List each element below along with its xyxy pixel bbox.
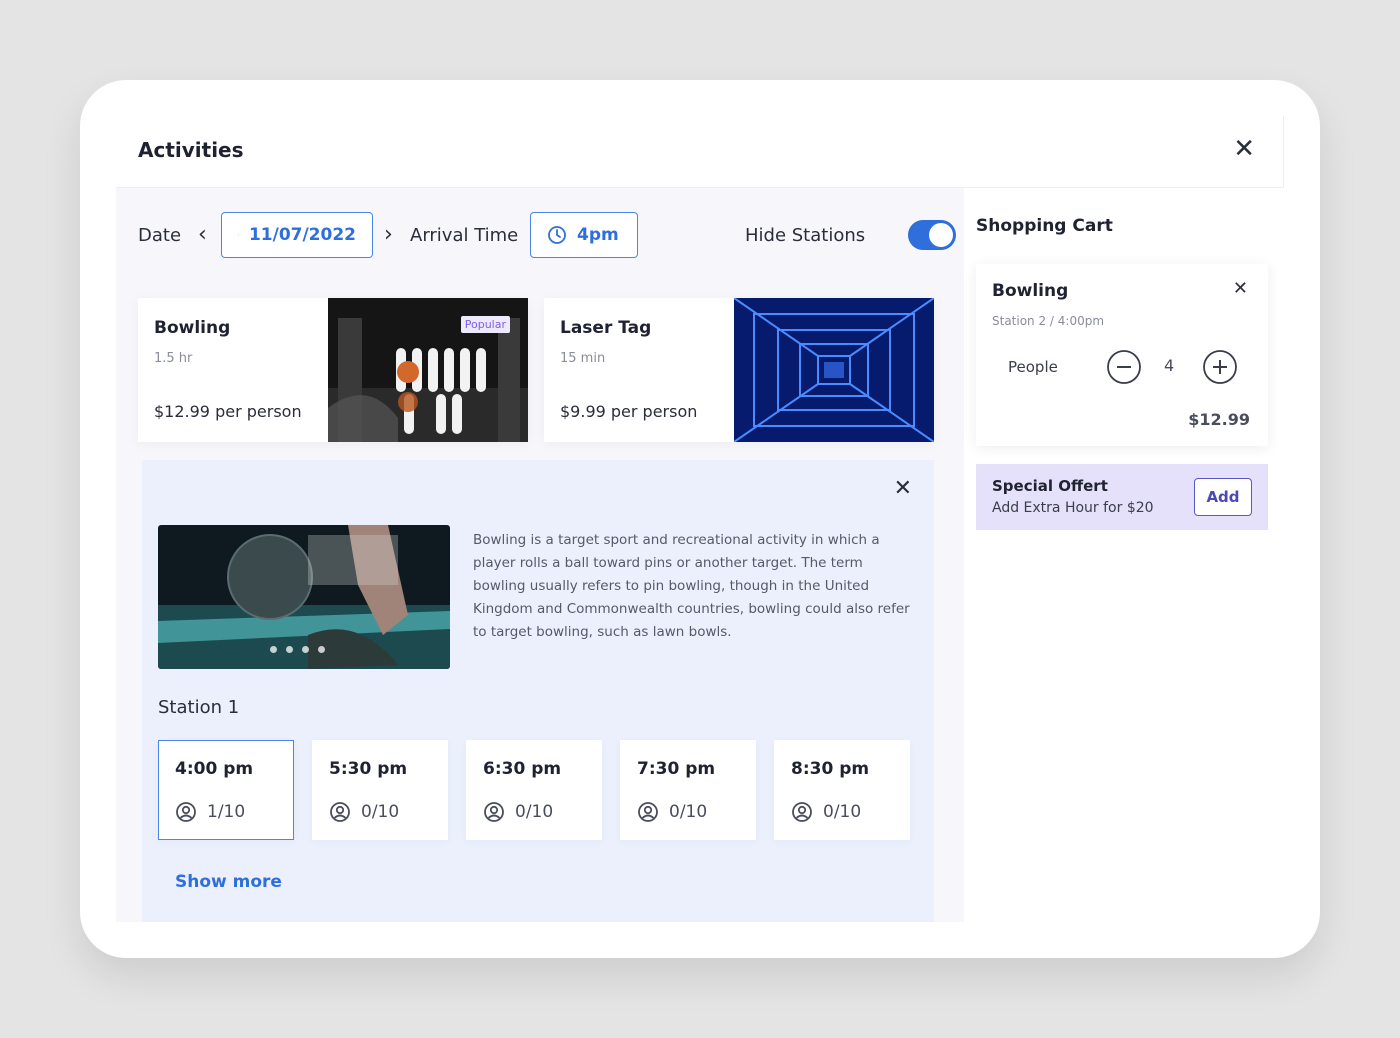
slot-time: 4:00 pm: [175, 759, 254, 779]
dialog-title: Activities: [138, 138, 244, 162]
chevron-left-icon[interactable]: ‹: [198, 222, 207, 247]
offer-title: Special Offert: [992, 477, 1108, 495]
carousel-dot[interactable]: [286, 646, 293, 653]
activity-card-bowling[interactable]: Bowling 1.5 hr $12.99 per person Popular: [138, 298, 528, 442]
date-label: Date: [138, 225, 182, 246]
laser-tag-image: [734, 298, 934, 442]
user-icon: [792, 802, 812, 822]
slot-capacity: 0/10: [791, 801, 861, 823]
cart-item: Bowling ✕ Station 2 / 4:00pm People 4 $1…: [976, 264, 1268, 446]
cart-title: Shopping Cart: [976, 216, 1113, 236]
activity-price: $9.99 per person: [560, 402, 698, 421]
minus-icon[interactable]: [1106, 349, 1142, 385]
cart-item-name: Bowling: [992, 281, 1069, 301]
time-slot[interactable]: 4:00 pm 1/10: [158, 740, 294, 840]
time-slot[interactable]: 8:30 pm 0/10: [774, 740, 910, 840]
slot-time: 6:30 pm: [483, 759, 562, 779]
dialog-header: Activities ✕: [116, 116, 1284, 188]
slot-capacity: 1/10: [175, 801, 245, 823]
carousel-dot[interactable]: [318, 646, 325, 653]
activity-name: Laser Tag: [560, 318, 652, 338]
user-icon: [176, 802, 196, 822]
hide-stations-label: Hide Stations: [745, 225, 866, 246]
time-slot[interactable]: 7:30 pm 0/10: [620, 740, 756, 840]
activities-dialog: Activities ✕ Date ‹ 11/07/2022 › Arrival…: [116, 116, 1284, 922]
slot-time: 8:30 pm: [791, 759, 870, 779]
cart-item-subtitle: Station 2 / 4:00pm: [992, 314, 1105, 328]
calendar-icon: [238, 234, 239, 236]
toolbar: Date ‹ 11/07/2022 › Arrival Time 4pm Hid…: [138, 212, 956, 260]
station-title: Station 1: [158, 697, 240, 718]
slot-capacity-value: 0/10: [823, 802, 862, 822]
show-more-link[interactable]: Show more: [175, 872, 282, 892]
app-frame: Activities ✕ Date ‹ 11/07/2022 › Arrival…: [80, 80, 1320, 958]
activity-duration: 1.5 hr: [154, 351, 193, 366]
carousel-dots[interactable]: [270, 646, 325, 653]
user-icon: [484, 802, 504, 822]
time-slot[interactable]: 5:30 pm 0/10: [312, 740, 448, 840]
bowling-image: Popular: [328, 298, 528, 442]
slot-capacity-value: 0/10: [361, 802, 400, 822]
slot-capacity: 0/10: [637, 801, 707, 823]
people-label: People: [1008, 358, 1058, 376]
user-icon: [330, 802, 350, 822]
date-picker[interactable]: 11/07/2022: [221, 212, 373, 258]
activity-price: $12.99 per person: [154, 402, 302, 421]
add-offer-button[interactable]: Add: [1194, 478, 1252, 516]
shopping-cart: Shopping Cart Bowling ✕ Station 2 / 4:00…: [964, 188, 1284, 922]
cart-item-price: $12.99: [1188, 410, 1250, 429]
user-icon: [638, 802, 658, 822]
plus-icon[interactable]: [1202, 349, 1238, 385]
arrival-time-picker[interactable]: 4pm: [530, 212, 638, 258]
carousel-dot[interactable]: [302, 646, 309, 653]
detail-carousel-image[interactable]: [158, 525, 450, 669]
chevron-right-icon[interactable]: ›: [384, 222, 393, 247]
slot-time: 7:30 pm: [637, 759, 716, 779]
people-quantity: 4: [1164, 356, 1175, 375]
remove-item-icon[interactable]: ✕: [1233, 278, 1248, 299]
special-offer: Special Offert Add Extra Hour for $20 Ad…: [976, 464, 1268, 530]
popular-badge: Popular: [460, 316, 510, 333]
activity-duration: 15 min: [560, 351, 606, 366]
hide-stations-toggle[interactable]: [908, 220, 956, 250]
activities-panel: Date ‹ 11/07/2022 › Arrival Time 4pm Hid…: [116, 188, 964, 922]
offer-text: Add Extra Hour for $20: [992, 500, 1154, 516]
activity-card-laser-tag[interactable]: Laser Tag 15 min $9.99 per person: [544, 298, 934, 442]
date-value: 11/07/2022: [248, 225, 356, 245]
clock-icon: [548, 226, 566, 244]
carousel-dot[interactable]: [270, 646, 277, 653]
slot-time: 5:30 pm: [329, 759, 408, 779]
time-slots: 4:00 pm 1/10 5:30 pm 0/10 6:30 pm 0/10 7…: [158, 740, 910, 840]
activity-description: Bowling is a target sport and recreation…: [473, 532, 910, 640]
slot-capacity-value: 0/10: [669, 802, 708, 822]
slot-capacity: 0/10: [483, 801, 553, 823]
slot-capacity-value: 0/10: [515, 802, 554, 822]
activity-detail-panel: ✕ Bowling is a target sport and recreati…: [142, 460, 934, 922]
time-slot[interactable]: 6:30 pm 0/10: [466, 740, 602, 840]
close-icon[interactable]: ✕: [1233, 136, 1255, 162]
slot-capacity-value: 1/10: [207, 802, 246, 822]
close-icon[interactable]: ✕: [894, 476, 912, 501]
activity-name: Bowling: [154, 318, 231, 338]
arrival-time-label: Arrival Time: [410, 225, 519, 246]
people-stepper: People 4: [988, 346, 1248, 390]
slot-capacity: 0/10: [329, 801, 399, 823]
arrival-time-value: 4pm: [577, 225, 619, 245]
